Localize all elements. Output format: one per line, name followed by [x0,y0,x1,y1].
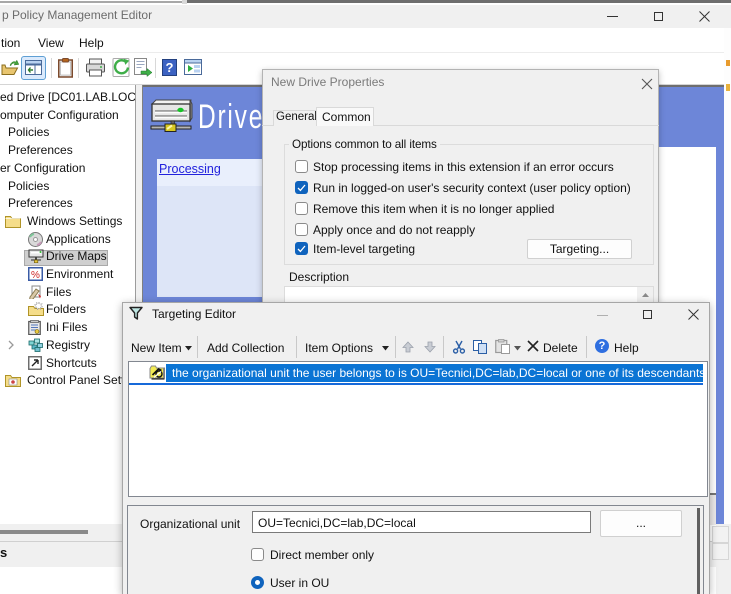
svg-text:%: % [31,270,40,281]
